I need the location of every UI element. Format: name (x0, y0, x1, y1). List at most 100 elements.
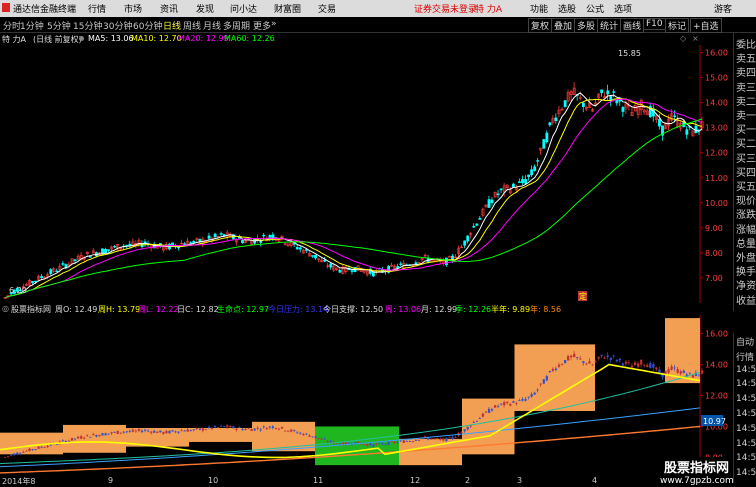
menu-ask[interactable]: 问小达 (230, 2, 257, 15)
period-more[interactable]: 更多 (253, 19, 271, 32)
candle-body (323, 259, 327, 262)
indicator-candle-body (539, 383, 542, 385)
period-30min[interactable]: 30分钟 (103, 19, 132, 32)
btn-mark[interactable]: 标记 (665, 18, 690, 33)
price-tick-label: 7.00 (705, 274, 723, 283)
tick-panel-label: 14:55 (736, 364, 756, 375)
menu-trade[interactable]: 交易 (318, 2, 336, 15)
indicator-candle-body (691, 375, 695, 378)
indicator-candle-body (107, 433, 110, 435)
indicator-candle-body (643, 364, 646, 366)
settings-dot-icon[interactable] (79, 36, 84, 41)
period-60min[interactable]: 60分钟 (133, 19, 162, 32)
indicator-candle-body (570, 355, 573, 358)
indicator-settings-icon[interactable]: ◎ (2, 304, 9, 313)
period-daily[interactable]: 日线 (163, 19, 181, 32)
range-box-orange (514, 344, 595, 411)
quote-panel-label: 买二 (736, 139, 756, 151)
menu-markets[interactable]: 市场 (124, 2, 142, 15)
menu-news[interactable]: 资讯 (160, 2, 178, 15)
quote-panel-label: 买四 (736, 167, 756, 179)
quote-panel: 委比 卖五 卖四 卖三 卖二 卖一 买一 买二 买三 买四 买五 现价 涨跌 涨幅 总量 外盘 换手 净资 收益 (733, 33, 756, 311)
indicator-candle-body (201, 428, 205, 431)
indicator-candle-body (98, 435, 101, 437)
candle-body (466, 235, 470, 242)
indicator-candle-body (478, 418, 482, 419)
indicator-candle-body (417, 439, 421, 441)
indicator-candle-body (13, 453, 16, 456)
expand-icon[interactable]: ◇ (680, 34, 686, 43)
indicator-candle-body (655, 367, 658, 370)
indicator-candle-body (70, 438, 74, 441)
candle-body (88, 256, 92, 258)
price-tick-label: 12.00 (705, 149, 728, 158)
indicator-candle-body (174, 431, 177, 433)
menu-options[interactable]: 选项 (614, 2, 632, 15)
menu-formula[interactable]: 公式 (586, 2, 604, 15)
indicator-candle-body (284, 430, 287, 432)
candle-body (463, 240, 467, 246)
btn-multi-stock[interactable]: 多股 (574, 18, 599, 33)
indicator-candle-body (503, 402, 506, 406)
indicator-candle-body (439, 438, 442, 440)
indicator-candle-body (384, 443, 387, 445)
indicator-candle-body (466, 426, 469, 430)
indicator-candle-body (515, 403, 518, 404)
indicator-candle-body (83, 437, 86, 439)
btn-overlay[interactable]: 叠加 (551, 18, 576, 33)
more-arrow-icon[interactable]: » (271, 19, 277, 29)
period-multi[interactable]: 多周期 (223, 19, 250, 32)
indicator-candle-body (156, 431, 159, 433)
indicator-candle-body (487, 408, 491, 413)
menu-wealth[interactable]: 财富圈 (274, 2, 301, 15)
menu-functions[interactable]: 功能 (530, 2, 548, 15)
indicator-candle-body (624, 361, 628, 364)
btn-add-favorite[interactable]: +自选 (690, 18, 722, 33)
period-5min[interactable]: 5分钟 (47, 19, 71, 32)
period-15min[interactable]: 15分钟 (73, 19, 102, 32)
candle-body (104, 248, 107, 254)
indicator-candle-body (618, 358, 622, 361)
indicator-candle-body (414, 440, 418, 441)
year-value: 年: 8.56 (530, 305, 562, 314)
indicator-candle-body (621, 363, 625, 366)
login-notice[interactable]: 证券交易未登录 (414, 2, 477, 15)
quote-panel-label: 买五 (736, 182, 756, 193)
indicator-candle-body (159, 430, 162, 433)
period-monthly[interactable]: 月线 (203, 19, 221, 32)
menu-guest[interactable]: 游客 (714, 2, 732, 15)
btn-draw[interactable]: 画线 (620, 18, 645, 33)
candle-body (414, 262, 418, 265)
period-timeshare[interactable]: 分时 (3, 19, 21, 32)
indicator-candle-body (560, 364, 564, 366)
candle-body (219, 233, 223, 235)
date-label: 12 (410, 476, 421, 485)
indicator-candle-body (372, 444, 375, 447)
indicator-chart[interactable]: 8.0010.0012.0014.0016.00 10.97 (0, 315, 733, 476)
btn-adjust[interactable]: 复权 (528, 18, 553, 33)
menu-market-quotes[interactable]: 行情 (88, 2, 106, 15)
period-1min[interactable]: 1分钟 (20, 19, 44, 32)
menu-discover[interactable]: 发现 (196, 2, 214, 15)
close-icon[interactable]: × (692, 34, 699, 43)
indicator-candle-body (697, 374, 701, 376)
period-weekly[interactable]: 周线 (183, 19, 201, 32)
price-tick-label: 11.00 (705, 174, 728, 183)
date-axis: 2014年8 9 10 11 12 2 3 4 (0, 476, 733, 487)
range-box-orange (252, 421, 315, 452)
btn-stats[interactable]: 统计 (597, 18, 622, 33)
indicator-candle-body (186, 429, 189, 432)
indicator-candle-body (509, 404, 512, 406)
indicator-candle-body (542, 379, 545, 384)
indicator-candle-body (171, 430, 174, 432)
indicator-candle-body (235, 428, 238, 430)
lifeline: 生命点: 12.97 (217, 305, 270, 314)
indicator-candle-body (274, 428, 278, 429)
tick-panel-label: 14:55 (736, 468, 756, 479)
indicator-candle-body (250, 429, 253, 431)
watermark-url: www.7gpzb.com (660, 476, 734, 486)
indicator-candle-body (640, 359, 643, 365)
menu-stock-pick[interactable]: 选股 (558, 2, 576, 15)
btn-f10[interactable]: F10 (643, 18, 666, 30)
kline-chart[interactable]: 7.00 8.00 9.00 10.00 11.00 12.00 13.00 14.00 15.… (0, 45, 733, 303)
